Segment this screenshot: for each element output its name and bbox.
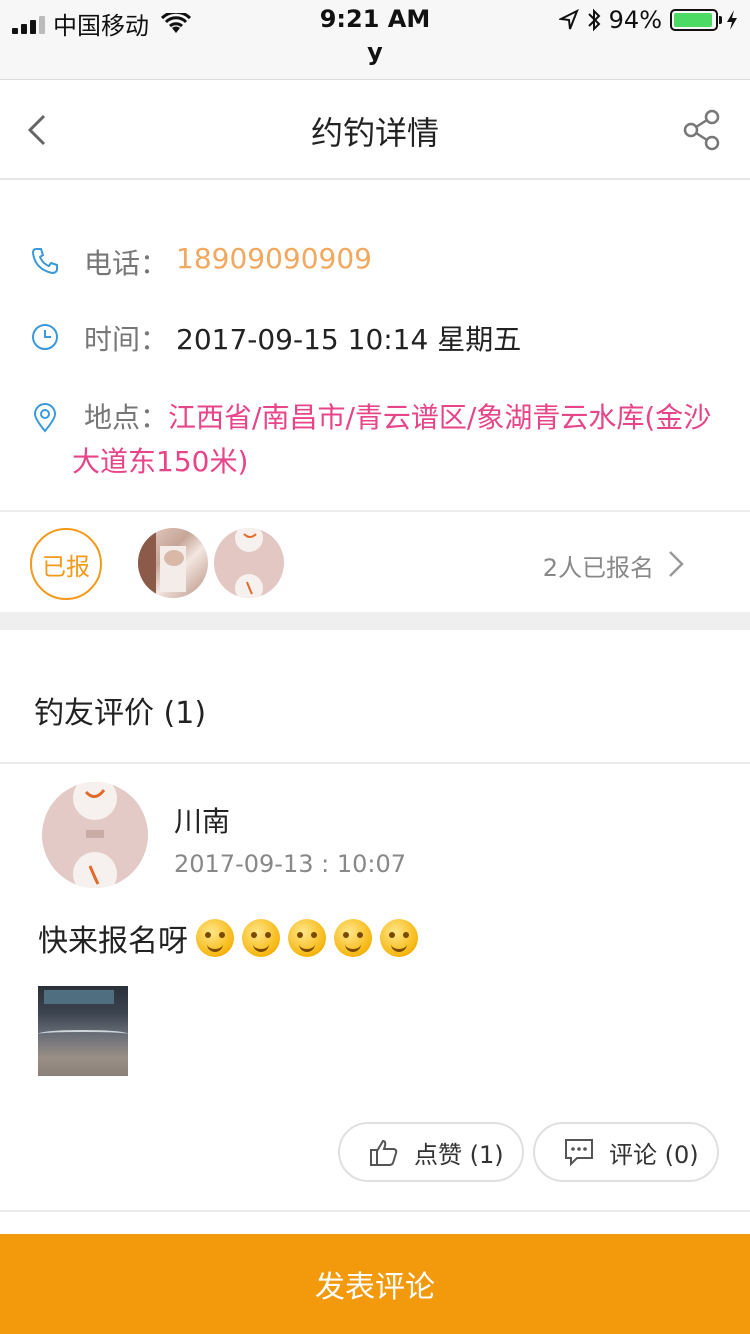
dizzy-emoji-icon <box>334 919 372 957</box>
post-comment-button[interactable]: 发表评论 <box>0 1234 750 1334</box>
chevron-right-icon[interactable] <box>664 548 688 580</box>
review-text: 快来报名呀 <box>38 916 418 960</box>
share-icon[interactable] <box>682 108 722 152</box>
location-row[interactable]: 地点：江西省/南昌市/青云谱区/象湖青云水库(金沙大道东150米) <box>0 396 750 484</box>
signup-row[interactable]: 已报 2人已报名 <box>0 514 750 612</box>
location-value[interactable]: 江西省/南昌市/青云谱区/象湖青云水库(金沙大道东150米) <box>72 401 711 478</box>
avatar-photo <box>235 528 263 598</box>
charging-icon <box>727 10 737 30</box>
comment-button[interactable]: 评论 (0) <box>533 1122 719 1182</box>
sleepy-emoji-icon <box>196 919 234 957</box>
photo-screen <box>44 990 114 1004</box>
battery-percent: 94% <box>608 6 662 34</box>
review-time: 2017-09-13 : 10:07 <box>174 850 406 878</box>
signed-up-badge: 已报 <box>30 528 102 600</box>
status-subtitle: y <box>367 38 383 66</box>
battery-icon <box>670 9 722 31</box>
dizzy-emoji-icon <box>288 919 326 957</box>
review-text-content: 快来报名呀 <box>38 924 188 959</box>
reviewer-name: 川南 <box>174 805 231 838</box>
location-arrow-icon <box>558 9 579 30</box>
like-label: 点赞 (1) <box>414 1140 504 1169</box>
photo-cable <box>38 1030 128 1038</box>
phone-label: 电话： <box>84 247 169 280</box>
nav-bar: 约钓详情 <box>0 80 750 180</box>
section-divider <box>0 612 750 630</box>
thumbs-up-icon <box>370 1139 398 1166</box>
avatar-photo <box>73 782 117 888</box>
bluetooth-icon <box>587 8 601 32</box>
phone-value[interactable]: 18909090909 <box>176 242 372 275</box>
page-title: 约钓详情 <box>310 114 439 152</box>
like-button[interactable]: 点赞 (1) <box>338 1122 524 1182</box>
reviews-title: 钓友评价 (1) <box>34 696 207 731</box>
comment-icon <box>565 1139 593 1167</box>
review-photo[interactable] <box>38 986 128 1076</box>
signup-count[interactable]: 2人已报名 <box>543 548 654 583</box>
smile-emoji-icon <box>380 919 418 957</box>
review-item: 川南 2017-09-13 : 10:07 快来报名呀 点赞 (1) 评论 (0… <box>0 766 750 1212</box>
comment-label: 评论 (0) <box>609 1140 699 1169</box>
location-pin-icon <box>33 403 57 433</box>
battery-level-fill <box>674 13 712 27</box>
phone-icon <box>31 248 58 275</box>
avatar[interactable] <box>138 528 208 598</box>
shy-emoji-icon <box>242 919 280 957</box>
status-right: 94% <box>558 6 738 34</box>
reviews-header: 钓友评价 (1) <box>0 630 750 764</box>
avatar-photo <box>138 528 186 598</box>
time-label: 时间： <box>84 323 169 356</box>
info-section: 电话： 18909090909 时间： 2017-09-15 10:14 星期五… <box>0 182 750 512</box>
avatar[interactable] <box>42 782 148 888</box>
avatar[interactable] <box>214 528 284 598</box>
location-label: 地点： <box>84 401 169 434</box>
status-bar: 中国移动 9:21 AM y 94% <box>0 0 750 80</box>
clock-icon <box>32 324 58 350</box>
time-value: 2017-09-15 10:14 星期五 <box>176 323 522 356</box>
